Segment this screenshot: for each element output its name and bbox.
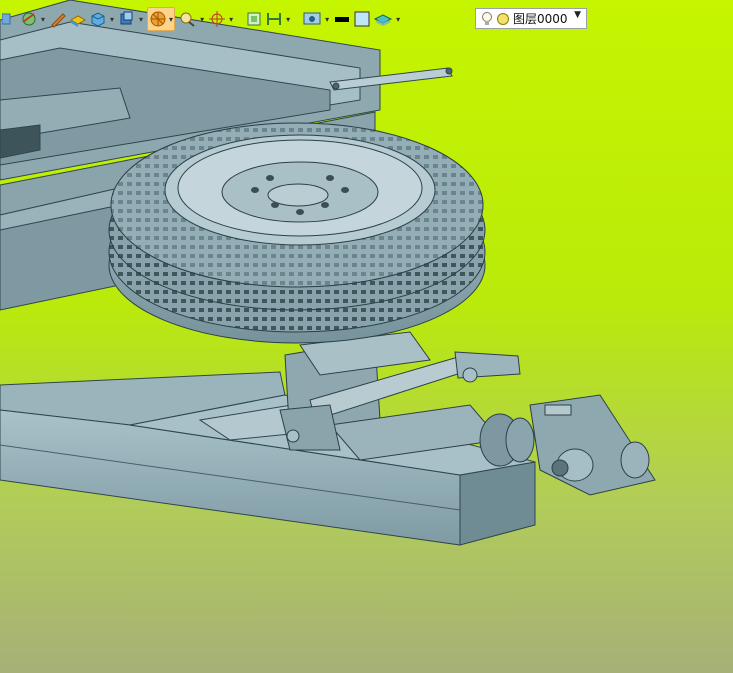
frame-view-icon[interactable] [245, 8, 263, 30]
chevron-down-icon[interactable]: ▾ [396, 15, 400, 24]
chevron-down-icon[interactable]: ▾ [325, 15, 329, 24]
chevron-down-icon[interactable]: ▾ [229, 15, 233, 24]
dimension-icon[interactable] [265, 8, 283, 30]
drawbar-frame [0, 371, 536, 546]
chevron-down-icon[interactable]: ▾ [41, 15, 45, 24]
zoom-region-icon[interactable] [177, 8, 197, 30]
chevron-down-icon[interactable]: ▼ [574, 10, 581, 20]
solid-box-icon[interactable] [89, 8, 107, 30]
layer-color-dot-icon [497, 12, 509, 25]
trailer-model[interactable] [0, 0, 733, 673]
layer-name: 图层0000 [513, 12, 568, 26]
view-cube-icon[interactable] [118, 8, 136, 30]
layer-select[interactable]: 图层0000 ▼ [475, 8, 587, 29]
spare-tire [108, 122, 486, 344]
render-sphere-icon[interactable]: ▾ [147, 7, 176, 31]
display-settings-icon[interactable] [302, 8, 322, 30]
line-color-icon[interactable] [333, 8, 351, 30]
chevron-down-icon[interactable]: ▾ [200, 15, 204, 24]
chevron-down-icon[interactable]: ▾ [139, 15, 143, 24]
sketch-pencil-icon[interactable] [49, 8, 67, 30]
3d-viewport[interactable]: ▾ ▾ ▾ ▾ ▾ ▾ ▾ ▾ ▾ 图层0000 ▼ [0, 0, 733, 673]
snap-target-icon[interactable] [208, 8, 226, 30]
lightbulb-icon[interactable] [480, 11, 494, 27]
curve-tool-icon[interactable] [20, 8, 38, 30]
layer-stack-icon[interactable] [373, 8, 393, 30]
chevron-down-icon[interactable]: ▾ [110, 15, 114, 24]
line-tool-icon[interactable] [0, 8, 18, 30]
surface-tool-icon[interactable] [69, 8, 87, 30]
chevron-down-icon[interactable]: ▾ [286, 15, 290, 24]
fill-color-icon[interactable] [353, 8, 371, 30]
